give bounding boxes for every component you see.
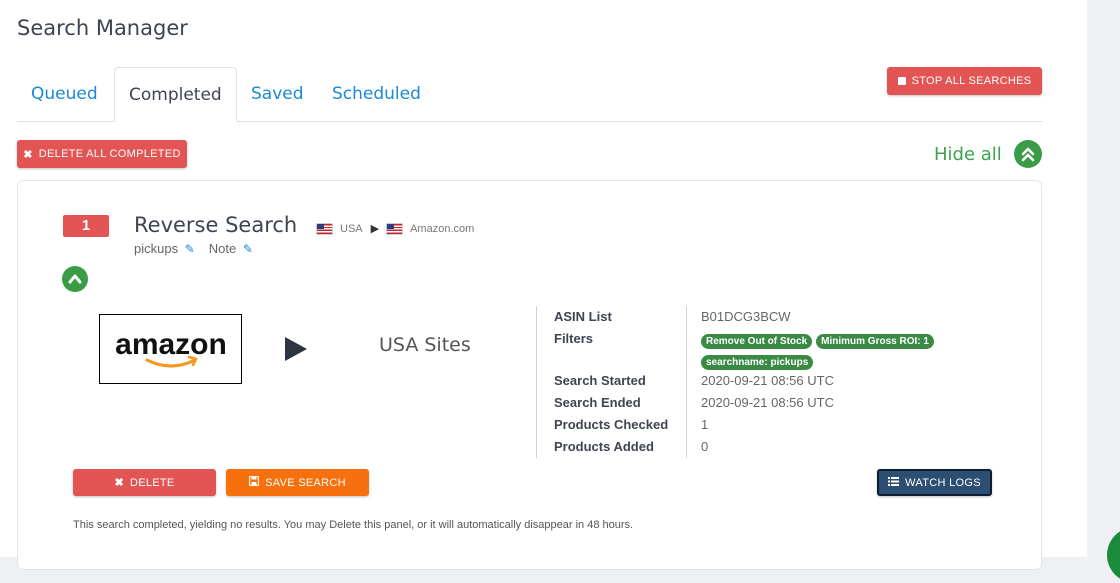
asin-list-label: ASIN List (554, 309, 612, 324)
products-checked-label: Products Checked (554, 417, 669, 432)
save-icon (249, 475, 260, 489)
search-title: Reverse Search (134, 213, 298, 237)
search-meta: pickups ✎ Note ✎ (134, 241, 253, 256)
filter-tag: searchname: pickups (701, 355, 814, 370)
products-added-value: 0 (701, 439, 709, 454)
delete-all-label: DELETE ALL COMPLETED (38, 148, 181, 160)
filters-list: Remove Out of Stock Minimum Gross ROI: 1 … (701, 331, 971, 373)
note-label: Note (208, 241, 237, 256)
amazon-logo: amazon (99, 314, 242, 384)
us-flag-icon (317, 223, 332, 234)
page-title: Search Manager (17, 16, 188, 40)
filters-label: Filters (554, 331, 594, 346)
tab-saved[interactable]: Saved (237, 67, 318, 121)
search-started-value: 2020-09-21 08:56 UTC (701, 373, 834, 388)
pencil-icon[interactable]: ✎ (185, 242, 195, 256)
save-search-button[interactable]: SAVE SEARCH (226, 469, 369, 496)
watch-logs-button[interactable]: WATCH LOGS (877, 469, 992, 496)
search-route: USA ▶ Amazon.com (317, 222, 474, 235)
stop-all-searches-button[interactable]: STOP ALL SEARCHES (887, 67, 1042, 95)
main-panel: Search Manager Queued Completed Saved Sc… (0, 0, 1087, 570)
delete-button[interactable]: ✖ DELETE (73, 469, 216, 496)
watch-logs-label: WATCH LOGS (905, 476, 981, 489)
stop-all-label: STOP ALL SEARCHES (911, 75, 1032, 87)
delete-all-completed-button[interactable]: ✖ DELETE ALL COMPLETED (17, 140, 187, 168)
help-chat-button[interactable] (1107, 527, 1120, 583)
destination-marketplace: Amazon.com (410, 222, 475, 235)
search-name: pickups (134, 241, 179, 256)
delete-label: DELETE (129, 476, 175, 489)
search-name-field[interactable]: pickups ✎ (134, 241, 195, 256)
target-sites: USA Sites (379, 334, 471, 356)
source-country: USA (340, 222, 363, 235)
filter-tag: Minimum Gross ROI: 1 (816, 334, 934, 349)
logo-text: amazon (115, 328, 227, 361)
tab-queued[interactable]: Queued (17, 67, 112, 121)
close-icon: ✖ (23, 148, 33, 161)
arrow-right-icon: ▶ (370, 223, 380, 235)
filter-tag: Remove Out of Stock (701, 334, 813, 349)
save-search-label: SAVE SEARCH (265, 476, 346, 489)
us-flag-icon (387, 223, 403, 234)
divider (686, 306, 687, 458)
stop-icon (897, 77, 906, 85)
hide-all-toggle[interactable]: Hide all (934, 140, 1042, 168)
search-started-label: Search Started (554, 373, 646, 388)
search-number-badge: 1 (63, 215, 109, 237)
close-icon: ✖ (114, 477, 124, 489)
tab-scheduled[interactable]: Scheduled (318, 67, 435, 121)
double-chevron-up-icon (1013, 140, 1042, 168)
hide-all-label: Hide all (934, 143, 1002, 165)
search-ended-label: Search Ended (554, 395, 641, 410)
asin-list-value: B01DCG3BCW (701, 309, 791, 324)
search-card: 1 Reverse Search USA ▶ Amazon.com pickup… (17, 180, 1042, 570)
products-added-label: Products Added (554, 439, 654, 454)
search-ended-value: 2020-09-21 08:56 UTC (701, 395, 834, 410)
list-icon (888, 476, 900, 489)
products-checked-value: 1 (701, 417, 709, 432)
collapse-card-button[interactable] (62, 266, 88, 292)
play-arrow-icon (284, 336, 308, 367)
pencil-icon[interactable]: ✎ (243, 242, 253, 256)
chevron-up-icon (62, 266, 88, 292)
completion-note: This search completed, yielding no resul… (73, 519, 634, 531)
tab-completed[interactable]: Completed (114, 67, 237, 122)
note-field[interactable]: Note ✎ (209, 241, 253, 256)
divider (536, 306, 537, 458)
